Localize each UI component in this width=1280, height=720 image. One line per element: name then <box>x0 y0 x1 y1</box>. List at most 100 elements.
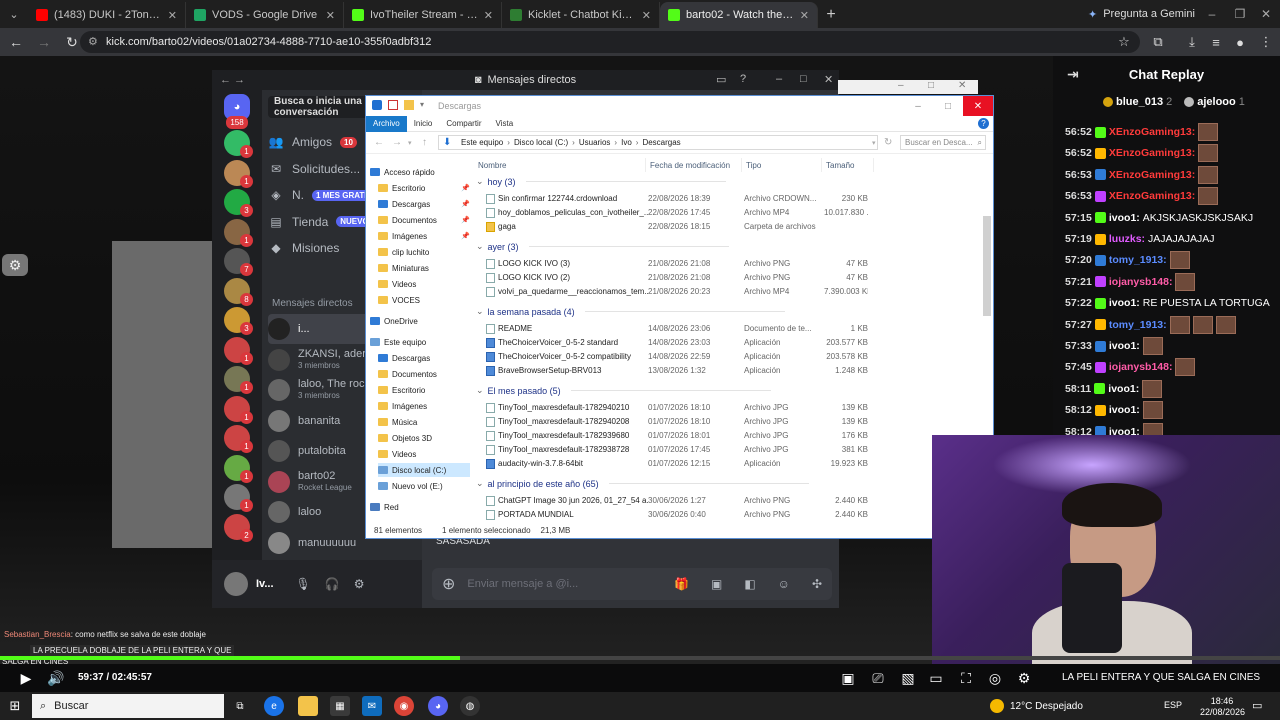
message-username[interactable]: tomy_1913: <box>1109 254 1167 266</box>
message-username[interactable]: ivoo1: <box>1108 383 1139 395</box>
nav-item[interactable]: OneDrive <box>370 314 470 328</box>
tab-close-icon[interactable]: ✕ <box>642 9 651 22</box>
store-icon[interactable]: ▦ <box>330 696 350 716</box>
nav-item[interactable]: Música <box>378 415 470 429</box>
settings-button[interactable]: ⚙ <box>1014 668 1034 688</box>
ribbon-tab-inicio[interactable]: Inicio <box>407 116 440 132</box>
chat-message[interactable]: 57:15 ivoo1: AKJSKJASKJSKJSAKJ <box>1065 208 1277 228</box>
nav-item[interactable]: Nuevo vol (E:) <box>378 479 470 493</box>
chrome-icon[interactable]: ◉ <box>394 696 414 716</box>
message-composer[interactable]: ⊕ Enviar mensaje a @i... 🎁 ▣ ◧ ☺ ✣ <box>432 568 832 600</box>
column-header[interactable]: Fecha de modificación <box>648 158 742 172</box>
explorer-minimize-button[interactable]: – <box>903 96 933 116</box>
file-row[interactable]: LOGO KICK IVO (2) 21/08/2026 21:08 Archivo… <box>474 271 980 285</box>
chat-message[interactable]: 56:52 XEnzoGaming13: <box>1065 143 1277 163</box>
explorer-address-bar[interactable]: ⬇ Este equipo › Disco local (C:) › Usuarios ›… <box>438 135 878 150</box>
chat-message[interactable]: 57:22 ivoo1: RE PUESTA LA TORTUGA <box>1065 293 1277 313</box>
properties-icon[interactable] <box>388 100 398 110</box>
chat-message[interactable]: 57:33 ivoo1: <box>1065 336 1277 356</box>
browser-tab[interactable]: Kicklet - Chatbot Kick, widgets ✕ <box>502 2 660 28</box>
explorer-maximize-button[interactable]: □ <box>933 96 963 116</box>
chat-message[interactable]: 56:53 XEnzoGaming13: <box>1065 186 1277 206</box>
attach-plus-icon[interactable]: ⊕ <box>442 574 455 594</box>
user-avatar[interactable] <box>224 572 248 596</box>
edge-icon[interactable]: e <box>264 696 284 716</box>
message-input[interactable]: Enviar mensaje a @i... <box>467 578 662 590</box>
chat-message[interactable]: 58:11 ivoo1: <box>1065 379 1277 399</box>
nav-item[interactable]: Imágenes <box>378 399 470 413</box>
nav-item[interactable]: Miniaturas <box>378 261 470 275</box>
file-row[interactable]: hoy_doblamos_peliculas_con_ivotheiler_..… <box>474 206 980 220</box>
microphone-icon[interactable]: 🎙 <box>296 577 311 591</box>
nav-item[interactable]: VOCES <box>378 293 470 307</box>
column-header[interactable]: Nombre <box>476 158 646 172</box>
tab-close-icon[interactable]: ✕ <box>326 9 335 22</box>
breadcrumb-item[interactable]: Usuarios <box>579 138 611 147</box>
file-row[interactable]: TinyTool_maxresdefault-1782940210 01/07/2… <box>474 401 980 415</box>
gifter-item[interactable]: ajelooo 1 <box>1184 96 1245 108</box>
tab-close-icon[interactable]: ✕ <box>800 9 809 22</box>
extensions-icon[interactable]: ⧉ <box>1148 32 1168 52</box>
discord-nav-arrows[interactable]: ← → <box>220 74 245 86</box>
dropdown-icon[interactable]: ▾ <box>420 100 430 110</box>
file-row[interactable]: LOGO KICK IVO (3) 21/08/2026 21:08 Archivo… <box>474 257 980 271</box>
file-row[interactable]: TinyTool_maxresdefault-1782938728 01/07/2… <box>474 443 980 457</box>
bookmark-star-icon[interactable]: ☆ <box>1114 32 1134 52</box>
chat-message[interactable]: 56:53 XEnzoGaming13: <box>1065 165 1277 185</box>
tab-close-icon[interactable]: ✕ <box>168 9 177 22</box>
tab-search-button[interactable]: ⌄ <box>0 0 28 28</box>
ribbon-tab-vista[interactable]: Vista <box>489 116 521 132</box>
group-header[interactable]: ⌄ al principio de este año (65) <box>476 478 809 489</box>
message-username[interactable]: ivoo1: <box>1109 340 1140 352</box>
explorer-search-input[interactable]: Buscar en Desca... ⌕ <box>900 135 986 150</box>
nav-item[interactable]: Escritorio 📌 <box>378 181 470 195</box>
browser-tab[interactable]: VODS - Google Drive ✕ <box>186 2 344 28</box>
forward-button[interactable]: → <box>32 30 56 54</box>
mail-icon[interactable]: ✉ <box>362 696 382 716</box>
pip-button[interactable]: ▣ <box>838 668 858 688</box>
nav-item[interactable]: Disco local (C:) <box>378 463 470 477</box>
message-username[interactable]: iojanysb148: <box>1109 361 1173 373</box>
nav-item[interactable]: Documentos 📌 <box>378 213 470 227</box>
file-row[interactable]: TinyTool_maxresdefault-1782940208 01/07/2… <box>474 415 980 429</box>
file-row[interactable]: TheChoicerVoicer_0-5-2 standard 14/08/202… <box>474 336 980 350</box>
column-header[interactable]: Tamaño <box>824 158 874 172</box>
chat-message[interactable]: 57:27 tomy_1913: <box>1065 315 1277 335</box>
video-player[interactable]: ⚙ ← → ◙ Mensajes directos ▭ ? – □ ✕ ◕ 15… <box>0 56 1053 664</box>
recent-dropdown-icon[interactable]: ▾ <box>408 139 412 147</box>
tab-close-icon[interactable]: ✕ <box>484 9 493 22</box>
gif-icon[interactable]: ▣ <box>711 577 722 591</box>
reading-list-icon[interactable]: ≡ <box>1206 32 1226 52</box>
message-username[interactable]: tomy_1913: <box>1109 319 1167 331</box>
task-view-icon[interactable]: ⧉ <box>230 696 250 716</box>
apps-icon[interactable]: ✣ <box>812 577 822 591</box>
file-row[interactable]: TheChoicerVoicer_0-5-2 compatibility 14/0… <box>474 350 980 364</box>
taskbar-clock[interactable]: 18:46 22/08/2026 <box>1200 696 1245 718</box>
file-row[interactable]: PORTADA MUNDIAL 30/06/2026 0:40 Archivo PN… <box>474 508 980 522</box>
headphones-icon[interactable]: 🎧 <box>325 577 340 591</box>
forward-arrow-icon[interactable]: → <box>392 137 402 148</box>
discord-maximize-button[interactable]: □ <box>800 73 807 85</box>
nav-item[interactable]: Descargas 📌 <box>378 197 470 211</box>
group-header[interactable]: ⌄ El mes pasado (5) <box>476 385 771 396</box>
back-button[interactable]: ← <box>4 30 28 54</box>
taskbar-search[interactable]: ⌕ Buscar <box>32 694 224 718</box>
menu-icon[interactable]: ⋮ <box>1256 32 1276 52</box>
emoji-icon[interactable]: ☺ <box>778 577 790 591</box>
scrollbar-thumb[interactable] <box>983 216 991 316</box>
explorer-close-button[interactable]: ✕ <box>963 96 993 116</box>
discord-minimize-button[interactable]: – <box>776 73 782 85</box>
discord-icon[interactable]: ◕ <box>428 696 448 716</box>
message-username[interactable]: XEnzoGaming13: <box>1109 147 1195 159</box>
path-dropdown-icon[interactable]: ▾ <box>872 139 876 147</box>
message-username[interactable]: XEnzoGaming13: <box>1109 126 1195 138</box>
collapse-chat-icon[interactable]: ⇥ <box>1067 66 1079 83</box>
group-header[interactable]: ⌄ ayer (3) <box>476 241 729 252</box>
nav-item[interactable]: Videos <box>378 447 470 461</box>
nav-item[interactable]: Escritorio <box>378 383 470 397</box>
breadcrumb-item[interactable]: Este equipo <box>461 138 503 147</box>
speed-button[interactable]: ◎ <box>985 668 1005 688</box>
file-row[interactable]: ChatGPT Image 30 jun 2026, 01_27_54 a.m.… <box>474 494 980 508</box>
clip-button[interactable]: ⎚ <box>868 668 888 688</box>
file-row[interactable]: README 14/08/2026 23:06 Documento de te...… <box>474 322 980 336</box>
